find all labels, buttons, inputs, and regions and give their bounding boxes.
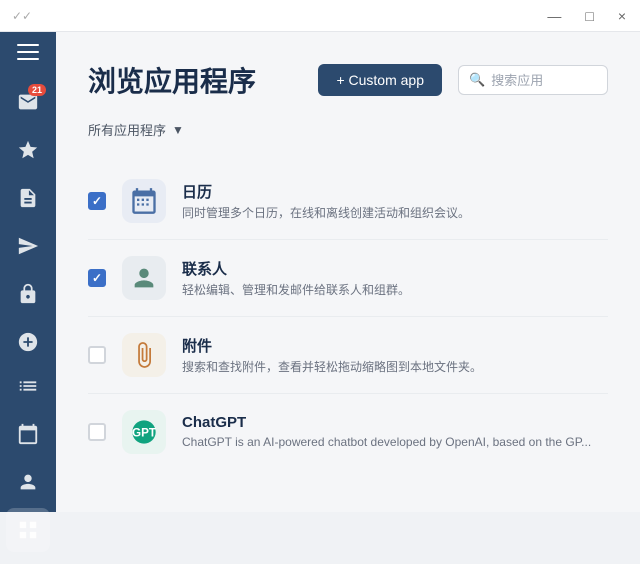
contacts-name: 联系人 <box>182 258 608 279</box>
app-list-item: 附件搜索和查找附件，查看并轻松拖动缩略图到本地文件夹。 <box>88 317 608 394</box>
filter-label[interactable]: 所有应用程序 <box>88 120 166 139</box>
custom-app-button[interactable]: + Custom app <box>318 64 442 96</box>
sidebar-menu-button[interactable] <box>8 36 48 68</box>
main-content: 浏览应用程序 + Custom app 🔍 所有应用程序 ▼ 日历同时管理多个日… <box>56 32 640 512</box>
attachments-name: 附件 <box>182 335 608 356</box>
send-icon <box>17 235 39 257</box>
attachments-icon <box>122 333 166 377</box>
calendar-desc: 同时管理多个日历，在线和离线创建活动和组织会议。 <box>182 205 608 222</box>
minimize-button[interactable]: — <box>541 6 567 26</box>
sidebar-item-grid[interactable] <box>6 508 50 552</box>
filter-dropdown-arrow[interactable]: ▼ <box>172 123 184 137</box>
hamburger-line <box>17 51 39 53</box>
checkbox-calendar[interactable] <box>88 192 106 210</box>
header: 浏览应用程序 + Custom app 🔍 <box>88 60 608 100</box>
app-list: 日历同时管理多个日历，在线和离线创建活动和组织会议。联系人轻松编辑、管理和发邮件… <box>88 163 608 470</box>
app-list-item: 联系人轻松编辑、管理和发邮件给联系人和组群。 <box>88 240 608 317</box>
close-button[interactable]: × <box>612 6 632 26</box>
calendar-info: 日历同时管理多个日历，在线和离线创建活动和组织会议。 <box>182 181 608 222</box>
app-list-item: 日历同时管理多个日历，在线和离线创建活动和组织会议。 <box>88 163 608 240</box>
calendar-sidebar-icon <box>17 423 39 445</box>
calendar-name: 日历 <box>182 181 608 202</box>
attachments-info: 附件搜索和查找附件，查看并轻松拖动缩略图到本地文件夹。 <box>182 335 608 376</box>
checkbox-contacts[interactable] <box>88 269 106 287</box>
plus-circle-icon <box>17 331 39 353</box>
sidebar-item-send[interactable] <box>6 224 50 268</box>
sidebar-item-list[interactable] <box>6 364 50 408</box>
sidebar-item-plus[interactable] <box>6 320 50 364</box>
file-icon <box>17 187 39 209</box>
svg-text:GPT: GPT <box>132 427 156 440</box>
chatgpt-name: ChatGPT <box>182 414 608 431</box>
person-icon <box>17 471 39 493</box>
sidebar: 21 <box>0 0 56 512</box>
lock-icon <box>17 283 39 305</box>
search-icon: 🔍 <box>469 72 485 88</box>
page-title: 浏览应用程序 <box>88 60 302 100</box>
list-icon <box>17 375 39 397</box>
contacts-desc: 轻松编辑、管理和发邮件给联系人和组群。 <box>182 282 608 299</box>
maximize-button[interactable]: □ <box>579 6 599 26</box>
search-input[interactable] <box>491 73 597 88</box>
sidebar-item-lock[interactable] <box>6 272 50 316</box>
chatgpt-desc: ChatGPT is an AI-powered chatbot develop… <box>182 434 608 451</box>
checkmark-icon: ✓✓ <box>12 9 32 23</box>
star-icon <box>17 139 39 161</box>
search-box: 🔍 <box>458 65 608 95</box>
sidebar-item-mail[interactable]: 21 <box>6 80 50 124</box>
attachments-desc: 搜索和查找附件，查看并轻松拖动缩略图到本地文件夹。 <box>182 359 608 376</box>
sidebar-bottom <box>6 364 50 564</box>
checkbox-attachments[interactable] <box>88 346 106 364</box>
chatgpt-icon: GPT <box>122 410 166 454</box>
checkbox-chatgpt[interactable] <box>88 423 106 441</box>
sidebar-item-file[interactable] <box>6 176 50 220</box>
chatgpt-info: ChatGPT ChatGPT is an AI-powered chatbot … <box>182 414 608 451</box>
app-list-item: GPT ChatGPT ChatGPT is an AI-powered chatb… <box>88 394 608 470</box>
contacts-info: 联系人轻松编辑、管理和发邮件给联系人和组群。 <box>182 258 608 299</box>
grid-icon <box>17 519 39 541</box>
filter-row: 所有应用程序 ▼ <box>88 120 608 139</box>
sidebar-item-star[interactable] <box>6 128 50 172</box>
sidebar-item-person[interactable] <box>6 460 50 504</box>
contacts-icon <box>122 256 166 300</box>
sidebar-items: 21 <box>0 80 56 364</box>
calendar-icon <box>122 179 166 223</box>
title-bar: ✓✓ — □ × <box>0 0 640 32</box>
hamburger-line <box>17 58 39 60</box>
mail-badge: 21 <box>28 84 46 96</box>
hamburger-line <box>17 44 39 46</box>
sidebar-item-calendar[interactable] <box>6 412 50 456</box>
